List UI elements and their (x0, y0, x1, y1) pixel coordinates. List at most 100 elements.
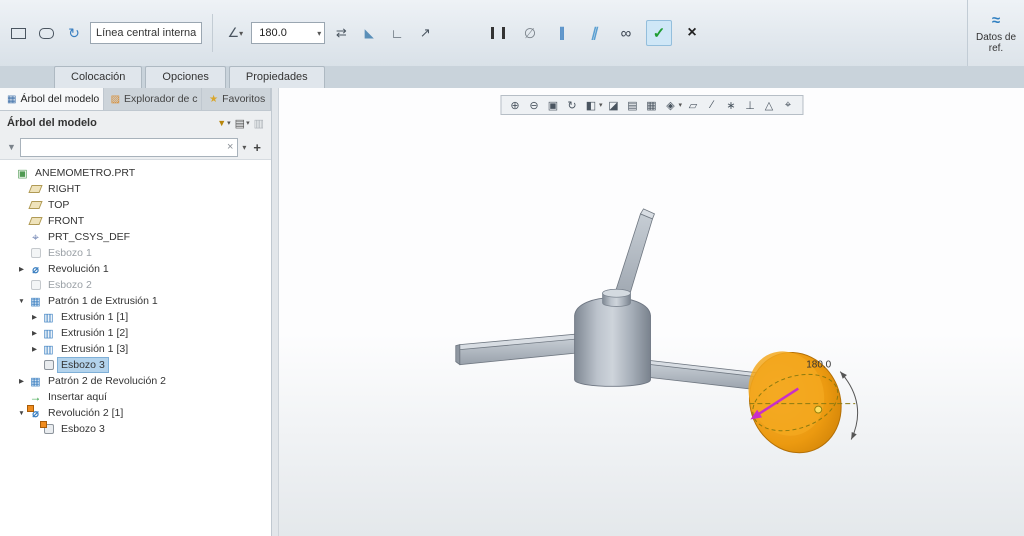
sketch-icon (40, 421, 55, 435)
tree-item-esbozo-3[interactable]: Esbozo 3 (0, 357, 271, 373)
tab-favorites[interactable]: ★ Favoritos (202, 88, 271, 110)
tree-item-esbozo-2[interactable]: Esbozo 2 (0, 277, 271, 293)
center-point[interactable] (814, 405, 823, 414)
pause-button[interactable] (486, 21, 510, 45)
tree-item-front[interactable]: FRONT (0, 213, 271, 229)
annotation-display-icon[interactable]: △ (760, 97, 778, 113)
capture-icon[interactable]: ▤ (624, 97, 642, 113)
csys-display-icon[interactable]: ⊥ (741, 97, 759, 113)
extrude-icon (42, 327, 55, 339)
tree-item-top[interactable]: TOP (0, 197, 271, 213)
tree-item-patr-n-1-de-extrusi-n-1[interactable]: ▼ Patrón 1 de Extrusión 1 (0, 293, 271, 309)
tab-propiedades[interactable]: Propiedades (228, 66, 325, 88)
expand-arrow-icon[interactable]: ▶ (17, 377, 26, 385)
tree-filters-button[interactable]: ▾ (217, 118, 231, 129)
tree-item-esbozo-3[interactable]: Esbozo 3 (0, 421, 271, 437)
symmetric-button[interactable] (413, 21, 437, 45)
graphics-area[interactable]: 180.0 (279, 88, 1024, 535)
tree-search-input[interactable] (24, 140, 224, 154)
tab-opciones[interactable]: Opciones (145, 66, 226, 88)
list-settings-icon (235, 117, 245, 130)
repaint-icon[interactable]: ↻ (563, 97, 581, 113)
revolve-preview-cup[interactable] (735, 339, 856, 467)
select-region-button[interactable] (34, 21, 58, 45)
tree-item-label: ANEMOMETRO.PRT (35, 167, 136, 179)
star-icon: ★ (209, 93, 219, 105)
cancel-button[interactable] (680, 21, 704, 45)
ribbon-toolbar: Línea central interna ▾ ▾ Datos de re (0, 0, 1024, 67)
section-view-icon[interactable]: ◪ (605, 97, 623, 113)
flip-direction-button[interactable] (329, 21, 353, 45)
tree-item-anemometro-prt[interactable]: ANEMOMETRO.PRT (0, 165, 271, 181)
add-filter-button[interactable]: + (250, 140, 264, 155)
tree-item-extrusi-n-1-2-[interactable]: ▶ Extrusión 1 [2] (0, 325, 271, 341)
graphics-viewport[interactable]: ⊕ ⊖ ▣ ↻ ◧ ▾ ◪ ▤ ▦ ◈ ▾ ▱ ∕ ∗ ⊥ △ ⌖ 180.0 (279, 88, 1024, 536)
zoom-out-icon[interactable]: ⊖ (525, 97, 543, 113)
tree-item-label: Esbozo 3 (57, 357, 109, 373)
model-tree-header: Árbol del modelo ▾ ▾ (0, 111, 271, 135)
expand-arrow-icon[interactable]: ▼ (17, 410, 26, 417)
tab-folder-browser[interactable]: ▨ Explorador de c (103, 88, 203, 110)
expand-arrow-icon[interactable]: ▶ (17, 265, 26, 273)
tree-item-patr-n-2-de-revoluci-n-2[interactable]: ▶ Patrón 2 de Revolución 2 (0, 373, 271, 389)
angle-dimension-button[interactable]: ▾ (223, 21, 247, 45)
clear-search-icon[interactable]: × (227, 141, 233, 153)
verify-feature-button[interactable] (550, 21, 574, 45)
datum-plane-icon (29, 215, 42, 227)
angle-input[interactable] (257, 26, 304, 40)
panel-splitter[interactable] (272, 88, 279, 536)
hatched-triangle-icon (365, 26, 374, 40)
tree-item-insertar-aqu-[interactable]: Insertar aquí (0, 389, 271, 405)
tree-item-revoluci-n-1[interactable]: ▶ Revolución 1 (0, 261, 271, 277)
point-display-icon[interactable]: ∗ (722, 97, 740, 113)
attached-preview-button[interactable] (582, 21, 606, 45)
close-icon (687, 24, 696, 42)
datum-plane-icon (29, 183, 42, 195)
thicken-sketch-button[interactable] (385, 21, 409, 45)
datum-display-icon[interactable]: ◈ (662, 97, 680, 113)
tree-item-extrusi-n-1-1-[interactable]: ▶ Extrusión 1 [1] (0, 309, 271, 325)
view-manager-icon[interactable]: ▦ (643, 97, 661, 113)
tree-settings-button[interactable]: ▾ (235, 117, 250, 130)
glasses-icon (621, 25, 632, 42)
model-tree-title: Árbol del modelo (7, 117, 97, 129)
tree-item-extrusi-n-1-3-[interactable]: ▶ Extrusión 1 [3] (0, 341, 271, 357)
tree-item-esbozo-1[interactable]: Esbozo 1 (0, 245, 271, 261)
model-body[interactable] (574, 288, 651, 387)
geometry-preview-button[interactable] (614, 21, 638, 45)
dropdown-caret-icon[interactable]: ▾ (679, 101, 683, 109)
tree-item-revoluci-n-2-1-[interactable]: ▼ Revolución 2 [1] (0, 405, 271, 421)
refit-icon[interactable]: ▣ (544, 97, 562, 113)
tree-item-prt-csys-def[interactable]: PRT_CSYS_DEF (0, 229, 271, 245)
display-style-icon[interactable]: ◧ (582, 97, 600, 113)
expand-arrow-icon[interactable]: ▼ (17, 298, 26, 305)
spin-tool-button[interactable] (62, 21, 86, 45)
chevron-down-icon[interactable]: ▾ (242, 143, 246, 152)
expand-arrow-icon[interactable]: ▶ (30, 313, 39, 321)
select-rectangle-button[interactable] (6, 21, 30, 45)
tree-columns-button[interactable] (254, 117, 264, 130)
tree-item-right[interactable]: RIGHT (0, 181, 271, 197)
spin-center-icon[interactable]: ⌖ (779, 97, 797, 113)
tab-model-tree[interactable]: ▦ Árbol del modelo (0, 88, 104, 110)
plane-display-icon[interactable]: ▱ (684, 97, 702, 113)
chevron-down-icon: ▾ (239, 28, 244, 38)
chevron-down-icon[interactable]: ▾ (317, 29, 321, 38)
ref-data-group[interactable]: Datos de ref. (967, 0, 1024, 66)
tree-item-label: Esbozo 2 (48, 279, 92, 291)
zoom-in-icon[interactable]: ⊕ (506, 97, 524, 113)
angle-value-combo[interactable]: ▾ (251, 22, 326, 44)
expand-arrow-icon[interactable]: ▶ (30, 329, 39, 337)
dimension-label[interactable]: 180.0 (806, 360, 831, 371)
expand-arrow-icon[interactable]: ▶ (30, 345, 39, 353)
dropdown-caret-icon[interactable]: ▾ (599, 101, 603, 109)
axis-display-icon[interactable]: ∕ (703, 97, 721, 113)
centerline-type-combo[interactable]: Línea central interna (90, 22, 203, 44)
tab-colocacion[interactable]: Colocación (54, 66, 143, 88)
accept-button[interactable] (646, 20, 672, 46)
no-preview-button[interactable] (518, 21, 542, 45)
model-arm-left[interactable] (455, 333, 581, 366)
part-icon (16, 167, 29, 179)
tree-search-box[interactable]: × (19, 137, 239, 157)
remove-material-button[interactable] (357, 21, 381, 45)
